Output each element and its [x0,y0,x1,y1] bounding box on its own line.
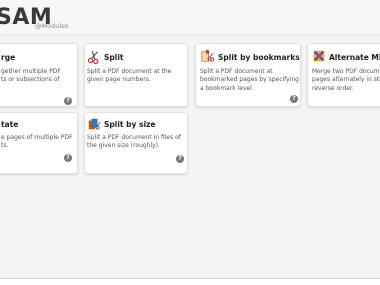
module-card-split-by-size[interactable]: Split by size Split a PDF document in fi… [84,112,188,174]
help-icon[interactable]: ? [64,97,72,105]
bookmark-split-icon [201,49,214,62]
app-header: SAM @Modules [0,0,380,34]
module-description: Split a PDF document at the given page n… [87,68,172,84]
module-title: Split [104,53,124,62]
module-title: tate [1,120,19,129]
module-title: Split by bookmarks [218,53,300,62]
module-title: Split by size [104,120,156,129]
help-icon[interactable]: ? [176,155,184,163]
module-card-rotate[interactable]: tate e pages of multiple PDF ts. ? [0,112,78,174]
app-logo-suffix: @Modules [35,22,69,30]
module-card-split[interactable]: Split Split a PDF document at the given … [84,43,188,107]
module-card-split-by-bookmarks[interactable]: Split by bookmarks Split a PDF document … [195,43,301,107]
module-card-merge[interactable]: rge gether multiple PDF ts or subsection… [0,43,78,107]
module-description: e pages of multiple PDF ts. [1,134,73,150]
footer-divider [0,278,380,279]
module-title-visible: Alternate Mix [329,53,380,62]
help-icon[interactable]: ? [290,95,298,103]
module-description: Split a PDF document in files of the giv… [87,134,181,150]
module-card-alternate-mix[interactable]: Alternate Mix Alternate Mix Merge two PD… [307,43,380,107]
alternate-mix-icon [313,50,325,62]
module-description: gether multiple PDF ts or subsections of [1,68,61,84]
split-by-size-icon [88,118,101,130]
help-icon[interactable]: ? [64,154,72,162]
module-description: Split a PDF document at bookmarked pages… [200,68,299,92]
scissors-icon [87,50,99,64]
modules-dashboard: rge gether multiple PDF ts or subsection… [0,34,380,278]
module-title: rge [1,53,16,62]
module-description: Merge two PDF docume pages alternately i… [312,68,380,92]
